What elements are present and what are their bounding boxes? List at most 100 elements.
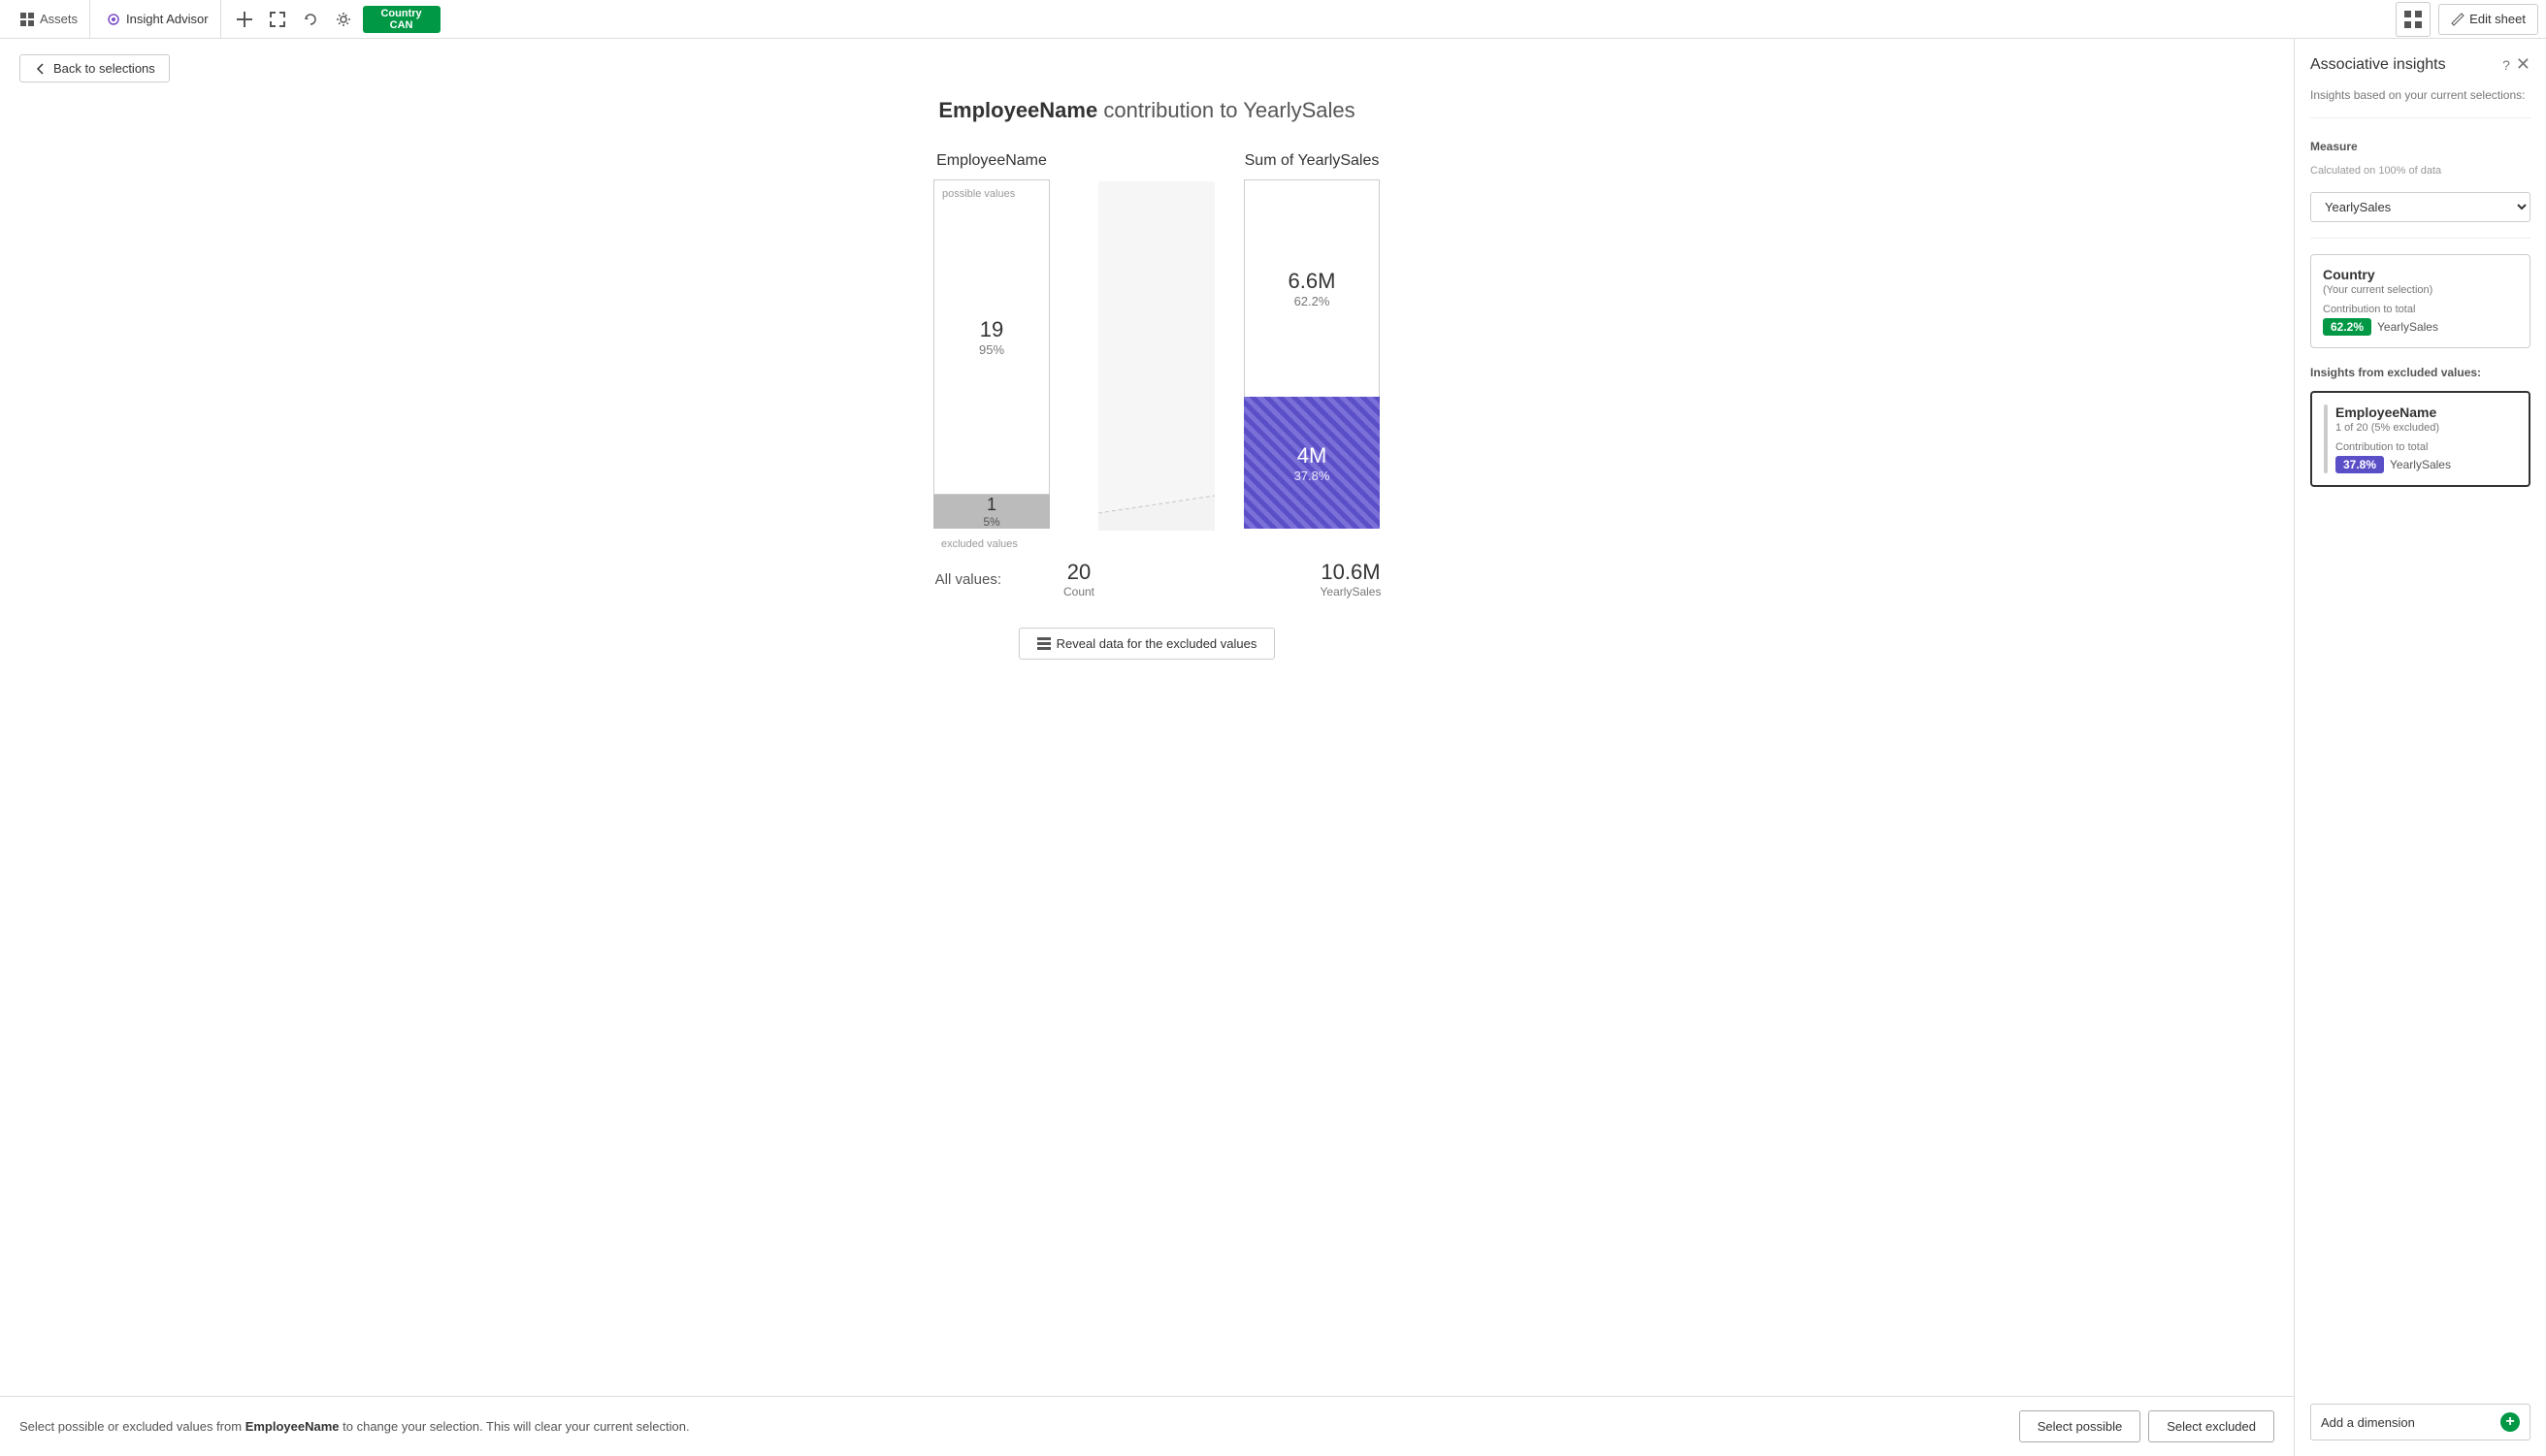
select-possible-button[interactable]: Select possible — [2019, 1410, 2140, 1442]
employee-badge-field: YearlySales — [2390, 458, 2451, 471]
excluded-label: excluded values — [941, 538, 1018, 550]
all-values-row: All values: 20 Count 10.6M YearlySales — [29, 560, 2265, 599]
bottom-bar: Select possible or excluded values from … — [0, 1396, 2294, 1456]
sales-col-header: Sum of YearlySales — [1245, 152, 1380, 170]
panel-title: Associative insights — [2310, 56, 2446, 74]
sales-possible-bar: 6.6M 62.2% — [1244, 179, 1380, 397]
excluded-bar: 1 5% excluded values — [933, 495, 1050, 529]
tab-insight-advisor[interactable]: Insight Advisor — [94, 0, 221, 39]
chart-title-text: contribution to — [1103, 98, 1243, 122]
excluded-pct: 5% — [983, 515, 999, 529]
close-button[interactable]: ✕ — [2516, 54, 2530, 75]
middle-connector — [1098, 152, 1215, 531]
divider-1 — [2310, 117, 2530, 118]
employee-card-title: EmployeeName — [2335, 404, 2517, 420]
pill-field: Country — [380, 8, 421, 19]
panel-subtitle: Insights based on your current selection… — [2310, 88, 2530, 102]
back-to-selections-button[interactable]: Back to selections — [19, 54, 170, 82]
employee-col-header: EmployeeName — [936, 152, 1047, 170]
zoom-in-btn[interactable] — [229, 4, 260, 35]
all-count-val: 20 — [1067, 560, 1091, 585]
chart-title: EmployeeName contribution to YearlySales — [29, 98, 2265, 123]
employee-card-sub: 1 of 20 (5% excluded) — [2335, 422, 2517, 434]
bottom-text: Select possible or excluded values from … — [19, 1419, 2000, 1434]
reveal-excluded-button[interactable]: Reveal data for the excluded values — [1019, 628, 1276, 660]
topbar-right: Edit sheet — [2396, 2, 2538, 37]
possible-bar: possible values 19 95% — [933, 179, 1050, 495]
back-bar: Back to selections — [0, 39, 2294, 98]
panel-header: Associative insights ? ✕ — [2310, 54, 2530, 75]
edit-sheet-button[interactable]: Edit sheet — [2438, 4, 2538, 35]
possible-pct: 95% — [979, 342, 1004, 357]
country-card-title: Country — [2323, 267, 2518, 282]
country-card-sub: (Your current selection) — [2323, 284, 2518, 296]
bottom-text-field: EmployeeName — [245, 1419, 340, 1434]
employee-contribution-row: 37.8% YearlySales — [2335, 456, 2517, 473]
back-button-label: Back to selections — [53, 61, 155, 76]
sales-excluded-pct: 37.8% — [1294, 469, 1330, 483]
reveal-row: Reveal data for the excluded values — [29, 628, 2265, 660]
bottom-text-part1: Select possible or excluded values from — [19, 1419, 242, 1434]
country-contribution-row: 62.2% YearlySales — [2323, 318, 2518, 336]
bottom-text-part2: to change your selection. This will clea… — [343, 1419, 689, 1434]
selection-pill[interactable]: Country CAN — [363, 6, 441, 33]
possible-label: possible values — [942, 188, 1015, 200]
edit-sheet-label: Edit sheet — [2469, 12, 2526, 26]
excluded-count: 1 — [987, 495, 996, 515]
sales-col: Sum of YearlySales 6.6M 62.2% 4M 37.8% — [1215, 152, 1409, 529]
triangle-svg — [1098, 181, 1215, 531]
pill-value: CAN — [390, 19, 413, 31]
all-count-sub: Count — [1063, 585, 1094, 599]
employee-insight-card[interactable]: EmployeeName 1 of 20 (5% excluded) Contr… — [2310, 391, 2530, 487]
sales-possible-val: 6.6M — [1289, 269, 1336, 294]
chart-title-field: EmployeeName — [938, 98, 1097, 122]
employee-col: EmployeeName possible values 19 95% 1 5%… — [885, 152, 1098, 529]
sales-excluded-bar: 4M 37.8% — [1244, 397, 1380, 529]
select-excluded-button[interactable]: Select excluded — [2148, 1410, 2274, 1442]
grid-icon — [19, 12, 35, 27]
excluded-section-label: Insights from excluded values: — [2310, 366, 2530, 379]
topbar-left: Assets Insight Advisor — [8, 0, 221, 39]
employee-badge: 37.8% — [2335, 456, 2384, 473]
tab-assets[interactable]: Assets — [8, 0, 90, 39]
employee-card-content: EmployeeName 1 of 20 (5% excluded) Contr… — [2335, 404, 2517, 473]
reveal-btn-label: Reveal data for the excluded values — [1057, 636, 1257, 651]
country-badge: 62.2% — [2323, 318, 2371, 336]
tab-assets-label: Assets — [40, 12, 78, 26]
expand-btn[interactable] — [262, 4, 293, 35]
divider-2 — [2310, 238, 2530, 239]
employee-card-inner: EmployeeName 1 of 20 (5% excluded) Contr… — [2324, 404, 2517, 473]
all-count-block: 20 Count — [1021, 560, 1137, 599]
panel-spacer — [2310, 499, 2530, 1392]
settings-btn[interactable] — [328, 4, 359, 35]
rotate-btn[interactable] — [295, 4, 326, 35]
select-possible-label: Select possible — [2038, 1419, 2122, 1434]
main-layout: Back to selections EmployeeName contribu… — [0, 39, 2546, 1456]
measure-select[interactable]: YearlySales — [2310, 192, 2530, 222]
all-values-label: All values: — [885, 571, 1001, 588]
chart-title-measure: YearlySales — [1243, 98, 1355, 122]
panel-header-buttons: ? ✕ — [2502, 54, 2530, 75]
main-area: Back to selections EmployeeName contribu… — [0, 39, 2294, 1456]
country-badge-field: YearlySales — [2377, 320, 2438, 334]
country-contribution-label: Contribution to total — [2323, 304, 2518, 315]
sparkle-icon — [106, 12, 121, 27]
bottom-actions: Select possible Select excluded — [2019, 1410, 2274, 1442]
topbar-icons — [229, 4, 359, 35]
add-icon: + — [2500, 1412, 2520, 1432]
all-sales-block: 10.6M YearlySales — [1292, 560, 1409, 599]
all-sales-val: 10.6M — [1321, 560, 1380, 585]
table-icon — [1037, 637, 1051, 651]
add-dimension-label: Add a dimension — [2321, 1415, 2415, 1430]
topbar: Assets Insight Advisor Country CAN — [0, 0, 2546, 39]
add-dimension-button[interactable]: Add a dimension + — [2310, 1404, 2530, 1440]
country-insight-card[interactable]: Country (Your current selection) Contrib… — [2310, 254, 2530, 348]
tab-insight-label: Insight Advisor — [126, 12, 209, 26]
possible-count: 19 — [980, 317, 1003, 342]
grid-view-btn[interactable] — [2396, 2, 2431, 37]
sales-possible-pct: 62.2% — [1294, 294, 1330, 308]
measure-sub: Calculated on 100% of data — [2310, 165, 2530, 177]
chart-columns: EmployeeName possible values 19 95% 1 5%… — [29, 152, 2265, 531]
help-button[interactable]: ? — [2502, 54, 2510, 75]
right-panel: Associative insights ? ✕ Insights based … — [2294, 39, 2546, 1456]
